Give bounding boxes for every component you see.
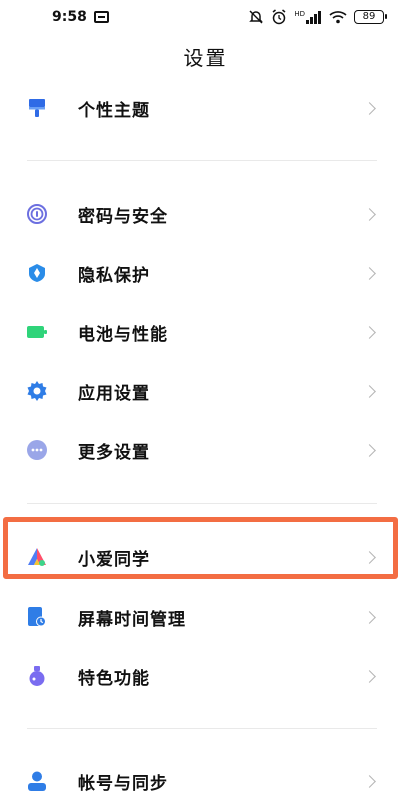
chevron-right-icon [363,669,376,683]
settings-item-privacy[interactable]: 隐私保护 [0,244,411,302]
mute-bell-icon [249,10,264,24]
battery-icon [27,326,47,338]
section-divider [27,728,377,729]
settings-item-label: 屏幕时间管理 [78,609,186,630]
section-divider [27,503,377,504]
battery-indicator: 89 [354,10,387,24]
user-icon [28,771,46,791]
settings-item-account[interactable]: 帐号与同步 [0,752,411,804]
settings-item-battery[interactable]: 电池与性能 [0,303,411,361]
flask-icon [29,666,45,686]
signal-icon [306,10,321,24]
settings-item-label: 小爱同学 [78,549,150,570]
settings-item-label: 更多设置 [78,442,150,463]
chevron-right-icon [363,207,376,221]
signal-group: HD [294,9,322,24]
settings-item-label: 电池与性能 [78,324,168,345]
hd-label: HD [294,9,305,18]
settings-item-label: 帐号与同步 [78,773,168,794]
chevron-right-icon [363,774,376,788]
chevron-right-icon [363,384,376,398]
section-divider [27,160,377,161]
brush-icon [29,99,45,117]
chevron-right-icon [363,101,376,115]
settings-item-xiaoai[interactable]: 小爱同学 [0,528,411,586]
gear-icon [27,381,47,401]
settings-screen: 9:58 HD 89 设置 个性主题 密码与安全 隐私保护 电池与性能 应用设置… [0,0,411,804]
xiaoai-icon [28,548,46,566]
alarm-icon [272,9,286,25]
settings-item-label: 隐私保护 [78,265,150,286]
screen-time-icon [28,607,46,627]
chevron-right-icon [363,325,376,339]
more-icon [27,440,47,460]
wifi-icon [329,11,347,24]
settings-item-screentime[interactable]: 屏幕时间管理 [0,588,411,646]
settings-item-label: 密码与安全 [78,206,168,227]
settings-item-more[interactable]: 更多设置 [0,421,411,479]
message-icon [93,11,109,23]
page-title: 设置 [183,46,228,70]
chevron-right-icon [363,266,376,280]
status-bar: 9:58 HD 89 [0,0,411,34]
settings-item-label: 个性主题 [78,100,150,121]
settings-item-features[interactable]: 特色功能 [0,647,411,705]
chevron-right-icon [363,443,376,457]
fingerprint-icon [27,204,47,224]
settings-item-label: 特色功能 [78,668,150,689]
settings-item-password[interactable]: 密码与安全 [0,185,411,243]
settings-item-apps[interactable]: 应用设置 [0,362,411,420]
chevron-right-icon [363,610,376,624]
chevron-right-icon [363,550,376,564]
shield-icon [29,264,45,282]
clock: 9:58 [52,9,87,25]
settings-item-label: 应用设置 [78,383,150,404]
settings-item-theme[interactable]: 个性主题 [0,79,411,137]
